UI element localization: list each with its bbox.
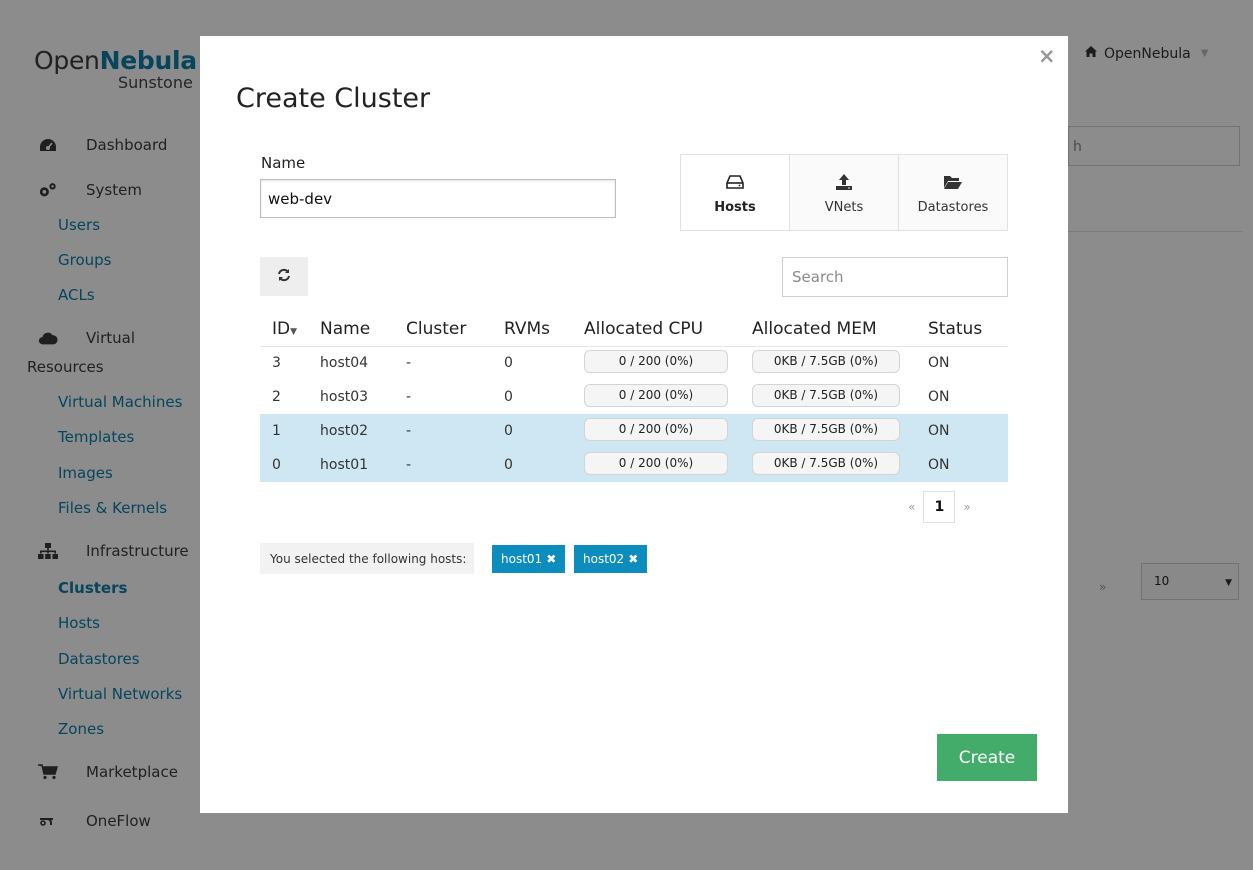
cell-rvms: 0 bbox=[492, 414, 572, 448]
remove-icon[interactable]: ✖ bbox=[546, 552, 556, 566]
column-header-status[interactable]: Status bbox=[916, 314, 1008, 347]
tab-vnets[interactable]: VNets bbox=[790, 155, 899, 230]
tab-vnets-label: VNets bbox=[824, 199, 864, 215]
cluster-name-input[interactable] bbox=[260, 179, 616, 218]
pagination-prev[interactable]: « bbox=[908, 500, 915, 514]
cell-allocated-cpu: 0 / 200 (0%) bbox=[572, 414, 740, 448]
cell-status: ON bbox=[928, 355, 950, 372]
cell-status: ON bbox=[928, 389, 950, 405]
table-row[interactable]: 2 host03 - 0 0 / 200 (0%) 0KB / 7.5GB (0… bbox=[260, 380, 1008, 414]
chip-label: host01 bbox=[501, 552, 543, 566]
column-header-name[interactable]: Name bbox=[308, 314, 394, 347]
cell-cluster: - bbox=[406, 355, 412, 372]
table-row-selected[interactable]: 1 host02 - 0 0 / 200 (0%) 0KB / 7.5GB (0… bbox=[260, 414, 1008, 448]
search-input[interactable] bbox=[782, 257, 1008, 297]
table-row[interactable]: 3 host04 - 0 0 / 200 (0%) 0KB / 7.5GB (0… bbox=[260, 346, 1008, 380]
hosts-table: ID▼ Name Cluster RVMs Allocated CPU Allo… bbox=[260, 314, 1008, 482]
cell-cluster: - bbox=[394, 448, 492, 482]
selected-host-chip[interactable]: host01 ✖ bbox=[492, 545, 566, 573]
cell-status: ON bbox=[916, 448, 1008, 482]
folder-open-icon bbox=[943, 171, 963, 193]
mem-progress-bar: 0KB / 7.5GB (0%) bbox=[752, 451, 900, 475]
cell-cluster: - bbox=[394, 414, 492, 448]
cell-id: 3 bbox=[272, 355, 281, 372]
cell-id: 1 bbox=[260, 414, 308, 448]
table-header-row: ID▼ Name Cluster RVMs Allocated CPU Allo… bbox=[260, 314, 1008, 347]
column-header-cluster[interactable]: Cluster bbox=[394, 314, 492, 347]
close-button[interactable]: × bbox=[1038, 46, 1056, 67]
pagination-current-page[interactable]: 1 bbox=[923, 491, 956, 523]
mem-progress-bar: 0KB / 7.5GB (0%) bbox=[752, 417, 900, 441]
refresh-icon bbox=[277, 268, 291, 285]
mem-progress-bar: 0KB / 7.5GB (0%) bbox=[752, 349, 900, 373]
remove-icon[interactable]: ✖ bbox=[628, 552, 638, 566]
cell-rvms: 0 bbox=[492, 448, 572, 482]
selected-hosts-label: You selected the following hosts: bbox=[260, 543, 475, 574]
tab-hosts-label: Hosts bbox=[714, 199, 756, 215]
mem-progress-bar: 0KB / 7.5GB (0%) bbox=[752, 383, 900, 407]
resource-tabs: Hosts VNets Datastores bbox=[680, 154, 1008, 231]
cpu-progress-bar: 0 / 200 (0%) bbox=[584, 451, 728, 475]
cell-name: host04 bbox=[320, 355, 369, 372]
refresh-button[interactable] bbox=[260, 257, 308, 296]
create-cluster-dialog: × Create Cluster Name Hosts VNets Datast… bbox=[200, 36, 1068, 813]
tab-datastores-label: Datastores bbox=[917, 199, 989, 215]
cell-name: host02 bbox=[308, 414, 394, 448]
cell-allocated-mem: 0KB / 7.5GB (0%) bbox=[740, 346, 916, 380]
cell-allocated-mem: 0KB / 7.5GB (0%) bbox=[740, 414, 916, 448]
cell-allocated-mem: 0KB / 7.5GB (0%) bbox=[740, 380, 916, 414]
pagination: « 1 » bbox=[900, 491, 979, 523]
chip-label: host02 bbox=[583, 552, 625, 566]
column-header-allocated-cpu[interactable]: Allocated CPU bbox=[572, 314, 740, 347]
cell-id: 0 bbox=[260, 448, 308, 482]
pagination-next[interactable]: » bbox=[963, 500, 970, 514]
cell-allocated-cpu: 0 / 200 (0%) bbox=[572, 346, 740, 380]
column-header-id[interactable]: ID▼ bbox=[260, 314, 308, 347]
cell-cluster: - bbox=[406, 389, 412, 405]
cell-name: host01 bbox=[308, 448, 394, 482]
upload-icon bbox=[835, 171, 853, 193]
table-row-selected[interactable]: 0 host01 - 0 0 / 200 (0%) 0KB / 7.5GB (0… bbox=[260, 448, 1008, 482]
column-header-rvms[interactable]: RVMs bbox=[492, 314, 572, 347]
hdd-icon bbox=[726, 171, 744, 193]
create-button[interactable]: Create bbox=[937, 734, 1037, 781]
cell-allocated-cpu: 0 / 200 (0%) bbox=[572, 448, 740, 482]
cell-id: 2 bbox=[272, 389, 281, 405]
cpu-progress-bar: 0 / 200 (0%) bbox=[584, 349, 728, 373]
tab-datastores[interactable]: Datastores bbox=[899, 155, 1007, 230]
cell-rvms: 0 bbox=[504, 355, 513, 372]
cpu-progress-bar: 0 / 200 (0%) bbox=[584, 383, 728, 407]
cell-allocated-cpu: 0 / 200 (0%) bbox=[572, 380, 740, 414]
selected-host-chip[interactable]: host02 ✖ bbox=[574, 545, 648, 573]
column-header-allocated-mem[interactable]: Allocated MEM bbox=[740, 314, 916, 347]
cell-status: ON bbox=[916, 414, 1008, 448]
name-label: Name bbox=[261, 154, 306, 172]
dialog-title: Create Cluster bbox=[236, 83, 431, 114]
cell-allocated-mem: 0KB / 7.5GB (0%) bbox=[740, 448, 916, 482]
cell-rvms: 0 bbox=[504, 389, 513, 405]
sort-desc-icon: ▼ bbox=[290, 326, 298, 337]
cell-name: host03 bbox=[320, 389, 369, 405]
tab-hosts[interactable]: Hosts bbox=[681, 155, 790, 230]
cpu-progress-bar: 0 / 200 (0%) bbox=[584, 417, 728, 441]
